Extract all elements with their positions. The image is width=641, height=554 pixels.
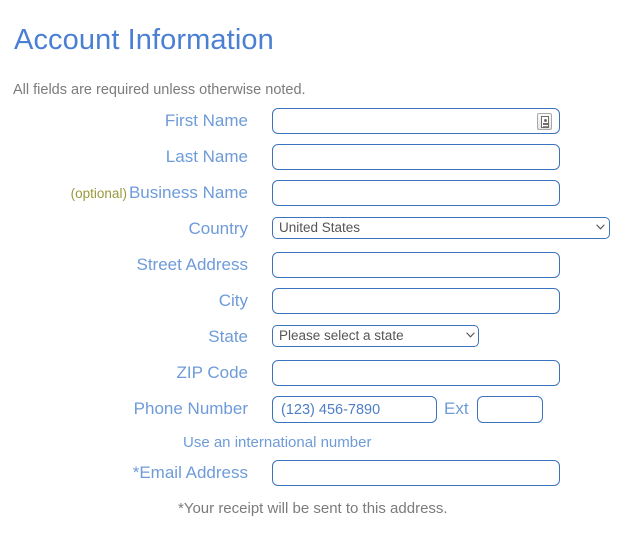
form-row-zip-code: ZIP Code bbox=[0, 360, 641, 396]
contact-card-glyph bbox=[541, 116, 549, 128]
label-business-name: (optional) Business Name bbox=[71, 182, 248, 205]
label-email-address: *Email Address bbox=[132, 463, 248, 482]
form-row-phone-number: Phone Number Ext bbox=[0, 396, 641, 432]
form-row-last-name: Last Name bbox=[0, 144, 641, 180]
label-state: State bbox=[208, 327, 248, 346]
label-first-name: First Name bbox=[164, 111, 248, 130]
form-row-state: State Please select a state bbox=[0, 324, 641, 360]
form-row-business-name: (optional) Business Name bbox=[0, 180, 641, 216]
label-country: Country bbox=[188, 219, 248, 238]
ext-input[interactable] bbox=[477, 396, 543, 423]
label-zip-code: ZIP Code bbox=[176, 363, 248, 382]
form-row-international-link: Use an international number bbox=[0, 432, 641, 460]
contact-card-head bbox=[544, 118, 547, 122]
form-row-city: City bbox=[0, 288, 641, 324]
label-phone-number: Phone Number bbox=[133, 399, 248, 418]
contact-card-body bbox=[543, 122, 548, 125]
state-select[interactable]: Please select a state bbox=[272, 325, 479, 347]
street-address-input[interactable] bbox=[272, 252, 560, 278]
label-ext: Ext bbox=[444, 399, 469, 418]
required-fields-note: All fields are required unless otherwise… bbox=[13, 82, 306, 98]
phone-number-input[interactable] bbox=[272, 396, 437, 423]
optional-tag: (optional) bbox=[70, 186, 127, 201]
form-row-country: Country United States bbox=[0, 216, 641, 252]
international-number-link[interactable]: Use an international number bbox=[183, 434, 371, 451]
country-select[interactable]: United States bbox=[272, 217, 610, 239]
form-row-email-address: *Email Address bbox=[0, 460, 641, 496]
label-street-address: Street Address bbox=[136, 255, 248, 274]
label-last-name: Last Name bbox=[165, 147, 248, 166]
last-name-input[interactable] bbox=[272, 144, 560, 170]
email-address-input[interactable] bbox=[272, 460, 560, 486]
account-information-form: First Name Last Name (optional) Business … bbox=[0, 108, 641, 524]
label-city: City bbox=[218, 291, 248, 310]
contact-card-line bbox=[543, 125, 548, 127]
form-row-receipt-note: *Your receipt will be sent to this addre… bbox=[0, 496, 641, 524]
account-information-page: Account Information All fields are requi… bbox=[0, 0, 641, 554]
zip-code-input[interactable] bbox=[272, 360, 560, 386]
first-name-input[interactable] bbox=[272, 108, 560, 134]
form-row-first-name: First Name bbox=[0, 108, 641, 144]
form-row-street-address: Street Address bbox=[0, 252, 641, 288]
label-business-name-text: Business Name bbox=[128, 183, 248, 202]
contact-card-icon[interactable] bbox=[537, 113, 552, 130]
receipt-note: *Your receipt will be sent to this addre… bbox=[178, 500, 448, 517]
business-name-input[interactable] bbox=[272, 180, 560, 206]
page-title: Account Information bbox=[14, 24, 274, 56]
city-input[interactable] bbox=[272, 288, 560, 314]
